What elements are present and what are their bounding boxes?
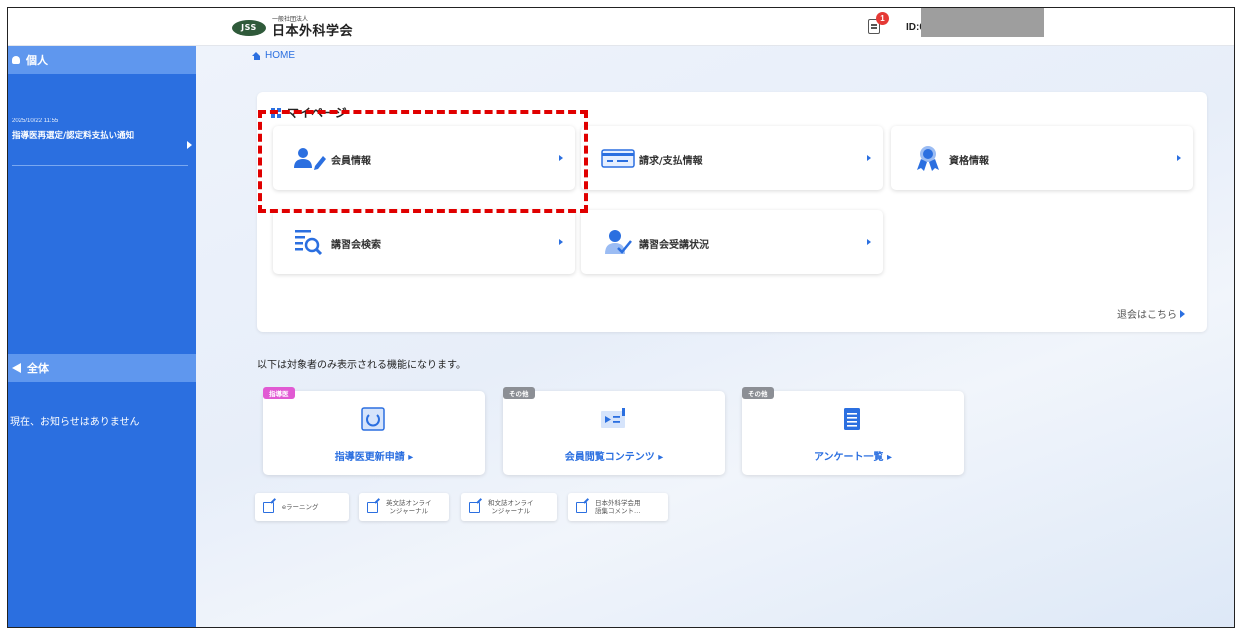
no-announcements-text: 現在、お知らせはありません	[10, 417, 140, 428]
survey-list-icon	[844, 408, 860, 430]
notice-title: 指導医再選定/認定料支払い通知	[12, 131, 135, 141]
sidebar-section-personal: 個人	[8, 46, 196, 74]
menu-card-qualification[interactable]: 資格情報	[891, 126, 1193, 190]
menu-card-attendance[interactable]: 講習会受講状況	[581, 210, 883, 274]
attendance-check-icon	[605, 230, 632, 254]
chevron-right-icon	[867, 239, 871, 245]
sidebar-section-label: 個人	[26, 54, 48, 67]
tag-badge: その他	[742, 387, 774, 399]
menu-card-billing[interactable]: 請求/支払情報	[581, 126, 883, 190]
highlight-annotation	[258, 110, 588, 213]
sidebar-notice-item[interactable]: 2025/10/22 11:55 指導医再選定/認定料支払い通知	[12, 118, 188, 141]
feature-card-supervisor-renewal[interactable]: 指導医 指導医更新申請 ▸	[263, 387, 485, 475]
chevron-right-icon	[1177, 155, 1181, 161]
payment-card-icon	[601, 149, 635, 168]
link-label: 日本外科学会用 語集コメント…	[595, 499, 641, 516]
menu-label: 講習会検索	[331, 240, 381, 251]
divider	[12, 165, 188, 166]
breadcrumb[interactable]: HOME	[252, 50, 295, 61]
external-link-icon	[367, 501, 378, 513]
org-subtitle: 一般社団法人	[272, 16, 309, 23]
withdraw-link[interactable]: 退会はこちら	[1117, 306, 1185, 321]
chevron-right-icon	[559, 239, 563, 245]
feature-card-survey-list[interactable]: その他 アンケート一覧 ▸	[742, 387, 964, 475]
link-label-line1: 和文誌オンライ	[488, 498, 534, 507]
withdraw-label: 退会はこちら	[1117, 310, 1177, 321]
award-ribbon-icon	[917, 146, 939, 171]
external-link-english-journal[interactable]: 英文誌オンライ ンジャーナル	[359, 493, 449, 521]
media-content-icon	[601, 408, 625, 428]
feature-label: 会員閲覧コンテンツ ▸	[564, 452, 664, 463]
link-label: 英文誌オンライ ンジャーナル	[386, 499, 432, 516]
external-link-icon	[263, 501, 274, 513]
person-icon	[12, 56, 20, 64]
link-label-line1: 日本外科学会用	[595, 498, 641, 507]
notification-badge: 1	[876, 12, 889, 25]
site-logo[interactable]: JSS 一般社団法人 日本外科学会	[232, 17, 353, 38]
link-label-line2: 語集コメント…	[595, 507, 641, 515]
chevron-right-icon	[867, 155, 871, 161]
app-frame: JSS 一般社団法人 日本外科学会 1 ID:0 個人 2025/10/22 1…	[7, 7, 1235, 628]
logo-emblem: JSS	[232, 19, 266, 36]
external-link-japanese-journal[interactable]: 和文誌オンライ ンジャーナル	[461, 493, 557, 521]
link-label-line1: 英文誌オンライ	[386, 498, 432, 507]
feature-label: 指導医更新申請 ▸	[334, 452, 414, 463]
tag-badge: 指導医	[263, 387, 295, 399]
feature-card-member-content[interactable]: その他 会員閲覧コンテンツ ▸	[503, 387, 725, 475]
main-content: HOME マイページ 会員情報 請求/支払情報 資格情報 講習会検索 講習会受講…	[196, 46, 1234, 627]
link-label: 和文誌オンライ ンジャーナル	[488, 499, 534, 516]
renew-icon	[361, 407, 385, 431]
redacted-user-id	[921, 8, 1044, 37]
external-link-glossary[interactable]: 日本外科学会用 語集コメント…	[568, 493, 668, 521]
megaphone-icon	[12, 363, 21, 373]
menu-label: 請求/支払情報	[639, 156, 703, 167]
logo-text: 一般社団法人 日本外科学会	[272, 16, 354, 39]
tag-badge: その他	[503, 387, 535, 399]
menu-card-seminar-search[interactable]: 講習会検索	[273, 210, 575, 274]
link-label-line2: ンジャーナル	[491, 507, 531, 515]
feature-label: アンケート一覧 ▸	[813, 452, 893, 463]
home-icon	[252, 51, 261, 60]
link-label: eラーニング	[282, 502, 319, 511]
targets-note: 以下は対象者のみ表示される機能になります。	[257, 360, 466, 371]
external-link-icon	[469, 501, 480, 513]
external-link-elearning[interactable]: eラーニング	[255, 493, 349, 521]
org-name: 日本外科学会	[272, 24, 354, 39]
sidebar-section-all: 全体	[8, 354, 196, 382]
menu-label: 資格情報	[949, 156, 989, 167]
search-document-icon	[295, 230, 323, 256]
sidebar-section-label: 全体	[27, 362, 49, 375]
chevron-right-icon[interactable]	[187, 141, 192, 149]
sidebar: 個人 2025/10/22 11:55 指導医再選定/認定料支払い通知 全体 現…	[8, 46, 196, 627]
external-link-icon	[576, 501, 587, 513]
menu-label: 講習会受講状況	[639, 240, 709, 251]
breadcrumb-home[interactable]: HOME	[265, 50, 295, 61]
notice-date: 2025/10/22 11:55	[12, 118, 59, 124]
link-label-line2: ンジャーナル	[389, 507, 429, 515]
top-header: JSS 一般社団法人 日本外科学会 1 ID:0	[8, 8, 1234, 46]
triangle-right-icon	[1180, 309, 1185, 318]
